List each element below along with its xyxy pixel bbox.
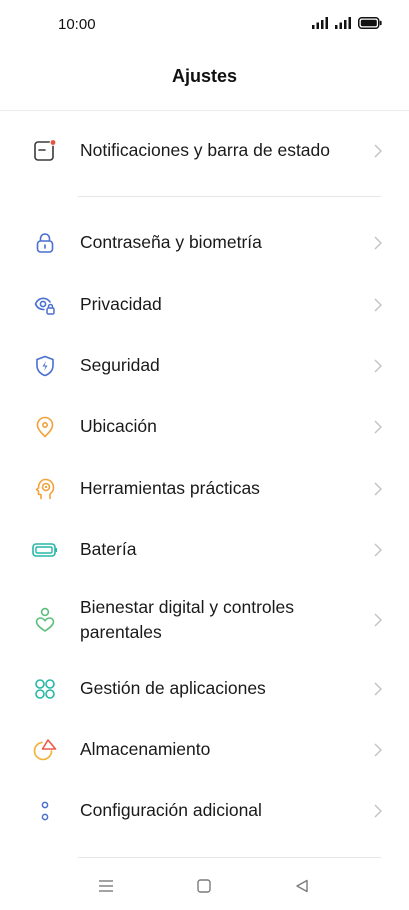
settings-item-label: Configuración adicional <box>80 800 262 820</box>
status-time: 10:00 <box>58 16 96 33</box>
settings-item-apps[interactable]: Gestión de aplicaciones <box>0 664 409 714</box>
chevron-right-icon <box>374 682 383 696</box>
lock-icon <box>32 230 58 256</box>
chevron-right-icon <box>374 359 383 373</box>
chevron-right-icon <box>374 298 383 312</box>
chevron-right-icon <box>374 543 383 557</box>
settings-item-battery[interactable]: Batería <box>0 525 409 575</box>
settings-item-wellbeing[interactable]: Bienestar digital y controles parentales <box>0 593 409 647</box>
chevron-right-icon <box>374 236 383 250</box>
menu-icon[interactable] <box>96 876 116 896</box>
settings-item-privacy[interactable]: Privacidad <box>0 280 409 330</box>
navigation-bar <box>0 860 409 910</box>
header-divider <box>0 110 409 111</box>
settings-item-label: Gestión de aplicaciones <box>80 678 266 698</box>
notification-icon <box>32 138 58 164</box>
settings-item-label: Ubicación <box>80 416 157 436</box>
settings-item-label: Privacidad <box>80 294 162 314</box>
page-title: Ajustes <box>171 66 238 86</box>
signal-icon <box>335 17 351 29</box>
settings-item-additional[interactable]: Configuración adicional <box>0 786 409 836</box>
back-icon[interactable] <box>292 876 312 896</box>
storage-pie-icon <box>32 737 58 763</box>
settings-item-password[interactable]: Contraseña y biometría <box>0 218 409 268</box>
chevron-right-icon <box>374 420 383 434</box>
chevron-right-icon <box>374 804 383 818</box>
home-icon[interactable] <box>194 876 214 896</box>
battery-icon <box>32 537 58 563</box>
chevron-right-icon <box>374 482 383 496</box>
settings-item-tools[interactable]: Herramientas prácticas <box>0 464 409 514</box>
settings-item-label: Notificaciones y barra de estado <box>80 140 330 160</box>
tools-head-icon <box>32 476 58 502</box>
settings-item-storage[interactable]: Almacenamiento <box>0 725 409 775</box>
battery-icon <box>358 17 382 29</box>
status-bar: 10:00 <box>0 0 409 50</box>
status-icons <box>312 17 382 29</box>
settings-item-label: Seguridad <box>80 355 160 375</box>
chevron-right-icon <box>374 743 383 757</box>
settings-item-notifications[interactable]: Notificaciones y barra de estado <box>0 126 409 176</box>
settings-item-label: Almacenamiento <box>80 739 211 759</box>
chevron-right-icon <box>374 613 383 627</box>
shield-icon <box>32 353 58 379</box>
settings-item-label: Batería <box>80 539 137 559</box>
chevron-right-icon <box>374 144 383 158</box>
privacy-eye-icon <box>32 292 58 318</box>
wellbeing-icon <box>32 607 58 633</box>
section-divider <box>78 857 381 858</box>
settings-item-label: Contraseña y biometría <box>80 232 262 252</box>
more-settings-icon <box>32 798 58 824</box>
apps-grid-icon <box>32 676 58 702</box>
settings-item-label: Bienestar digital y controles parentales <box>80 597 294 642</box>
settings-item-security[interactable]: Seguridad <box>0 341 409 391</box>
location-pin-icon <box>32 414 58 440</box>
signal-icon <box>312 17 328 29</box>
section-divider <box>78 196 381 197</box>
settings-item-label: Herramientas prácticas <box>80 478 260 498</box>
settings-item-location[interactable]: Ubicación <box>0 402 409 452</box>
